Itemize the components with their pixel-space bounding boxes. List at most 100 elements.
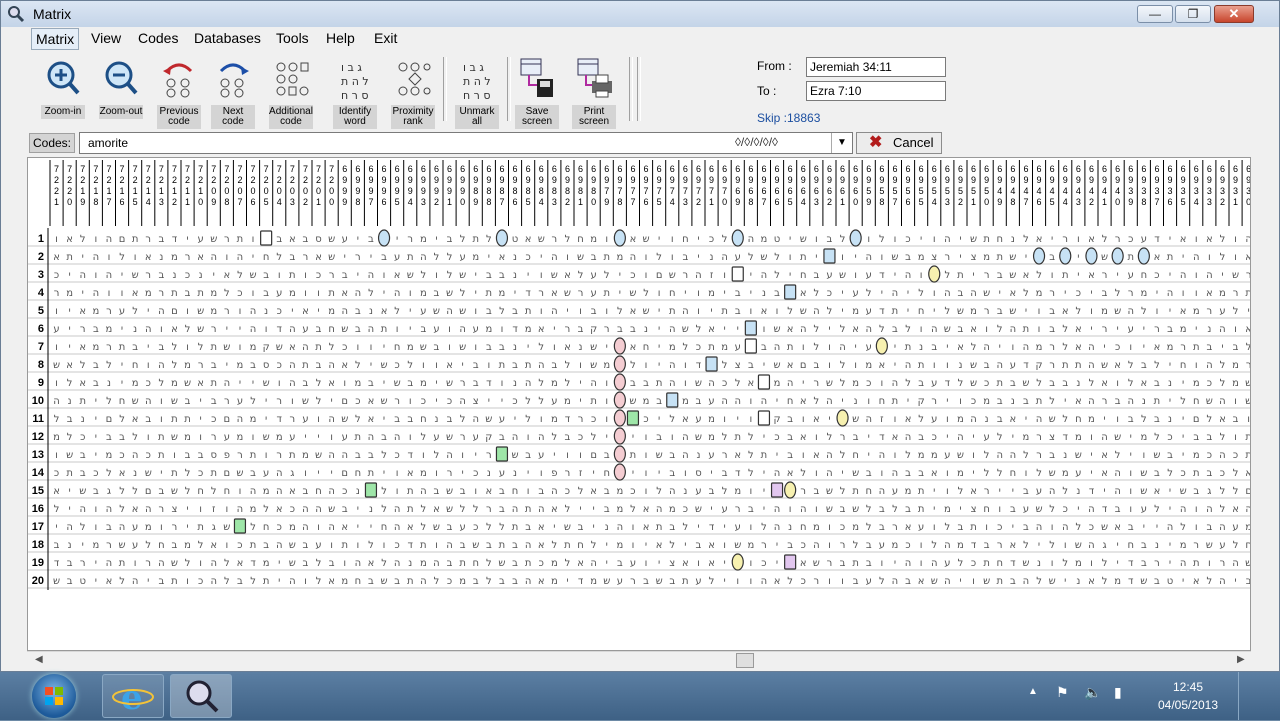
maximize-button[interactable]: ❐: [1175, 5, 1211, 23]
zoom-out-button[interactable]: Zoom-out: [99, 57, 143, 127]
matrix-letter: ה: [1245, 504, 1250, 515]
matrix-letter: ל: [683, 522, 689, 533]
matrix-letter: ו: [265, 450, 268, 461]
matrix-letter: ה: [1101, 432, 1108, 443]
menu-view[interactable]: View: [87, 30, 125, 46]
matrix-letter: נ: [1037, 558, 1041, 569]
tray-expand-icon[interactable]: ▲: [1028, 686, 1038, 697]
matrix-letter: מ: [420, 378, 427, 389]
matrix-letter: נ: [1063, 450, 1067, 461]
matrix-letter: ב: [486, 540, 492, 551]
network-icon[interactable]: ▮: [1114, 684, 1122, 701]
action-center-icon[interactable]: ⚑: [1056, 684, 1069, 701]
scroll-thumb[interactable]: [736, 653, 754, 668]
matrix-letter: ם: [590, 450, 597, 461]
matrix-letter: י: [776, 558, 778, 569]
menu-help[interactable]: Help: [322, 30, 359, 46]
matrix-letter: מ: [747, 540, 754, 551]
menu-tools[interactable]: Tools: [272, 30, 313, 46]
matrix-letter: ל: [971, 342, 977, 353]
matrix-letter: ת: [590, 396, 597, 407]
code-highlight-oval: [731, 229, 744, 247]
matrix-letter: י: [1182, 576, 1184, 587]
matrix-letter: מ: [957, 540, 964, 551]
volume-icon[interactable]: 🔈: [1084, 684, 1101, 701]
matrix-letter: ו: [723, 270, 726, 281]
svg-text:ס ר ח: ס ר ח: [463, 89, 491, 101]
menu-exit[interactable]: Exit: [370, 30, 401, 46]
start-button[interactable]: [32, 674, 76, 718]
print-screen-button[interactable]: Print screen: [572, 57, 616, 129]
matrix-letter: י: [828, 414, 830, 425]
matrix-letter: ב: [918, 432, 924, 443]
matrix-letter: י: [69, 306, 71, 317]
codes-dropdown-icon[interactable]: ▼: [831, 133, 852, 153]
matrix-letter: ה: [774, 504, 781, 515]
matrix-letter: ו: [736, 576, 739, 587]
identify-word-button[interactable]: ג ב ול ה תס ר ח Identify word: [333, 57, 377, 129]
matrix-letter: ל: [159, 378, 165, 389]
scroll-right-icon[interactable]: ▶: [1237, 654, 1245, 665]
matrix-letter: מ: [354, 378, 361, 389]
matrix-letter: י: [1038, 540, 1040, 551]
matrix-letter: ט: [80, 576, 86, 587]
menu-matrix[interactable]: Matrix: [31, 28, 80, 50]
matrix-letter: א: [957, 342, 964, 353]
matrix-letter: י: [750, 288, 752, 299]
scroll-left-icon[interactable]: ◀: [35, 654, 43, 665]
matrix-letter: י: [239, 378, 241, 389]
matrix-letter: ב: [1010, 504, 1016, 515]
previous-code-button[interactable]: Previous code: [157, 57, 201, 129]
matrix-letter: ו: [1116, 414, 1119, 425]
matrix-letter: ל: [381, 504, 387, 515]
matrix-letter: ל: [172, 360, 178, 371]
matrix-letter: ע: [302, 324, 308, 335]
proximity-rank-button[interactable]: Proximity rank: [391, 57, 435, 129]
matrix-letter: י: [252, 378, 254, 389]
matrix-letter: ע: [708, 396, 714, 407]
horizontal-scrollbar[interactable]: ◀ ▶: [27, 651, 1251, 669]
column-number: 6942: [1089, 164, 1094, 207]
matrix-letter: ו: [1195, 522, 1198, 533]
title-bar[interactable]: Matrix — ❐ ✕: [1, 1, 1279, 27]
save-screen-button[interactable]: Save screen: [515, 57, 559, 129]
taskbar-ie-button[interactable]: e: [102, 674, 164, 718]
matrix-letter: ש: [1009, 252, 1016, 263]
matrix-letter: ו: [435, 270, 438, 281]
taskbar-matrix-button[interactable]: [170, 674, 232, 718]
row-number: 15: [32, 485, 44, 497]
code-highlight-box: [626, 410, 640, 426]
matrix-letter: ם: [656, 270, 663, 281]
matrix-letter: ח: [355, 576, 362, 587]
close-button[interactable]: ✕: [1214, 5, 1254, 23]
matrix-letter: ה: [839, 342, 846, 353]
matrix-letter: י: [69, 342, 71, 353]
zoom-in-button[interactable]: Zoom-in: [41, 57, 85, 127]
matrix-letter: ר: [447, 468, 453, 479]
from-field[interactable]: Jeremiah 34:11: [806, 57, 946, 77]
matrix-letter: ש: [341, 324, 348, 335]
next-code-button[interactable]: Next code: [211, 57, 255, 129]
matrix-letter: מ: [708, 414, 715, 425]
letter-matrix[interactable]: 7221722072197218721772167215721472137212…: [27, 157, 1251, 651]
matrix-letter: ע: [591, 288, 597, 299]
unmark-all-button[interactable]: ג ב ול ה תס ר ח Unmark all: [455, 57, 499, 129]
matrix-letter: ו: [972, 450, 975, 461]
minimize-button[interactable]: —: [1137, 5, 1173, 23]
menu-databases[interactable]: Databases: [190, 30, 265, 46]
menu-codes[interactable]: Codes: [134, 30, 182, 46]
matrix-letter: ה: [276, 486, 283, 497]
cancel-button[interactable]: ✖ Cancel: [856, 132, 942, 154]
clock[interactable]: 12:45 04/05/2013: [1148, 678, 1228, 714]
to-field[interactable]: Ezra 7:10: [806, 81, 946, 101]
show-desktop-button[interactable]: [1238, 672, 1249, 720]
matrix-letter: י: [514, 414, 516, 425]
matrix-letter: ע: [944, 558, 950, 569]
additional-code-button[interactable]: Additional code: [269, 57, 313, 129]
matrix-letter: ה: [1023, 342, 1030, 353]
matrix-letter: פ: [551, 468, 557, 479]
matrix-letter: ה: [826, 396, 833, 407]
matrix-letter: מ: [210, 306, 217, 317]
matrix-letter: מ: [918, 252, 925, 263]
code-highlight-box: [744, 338, 757, 354]
